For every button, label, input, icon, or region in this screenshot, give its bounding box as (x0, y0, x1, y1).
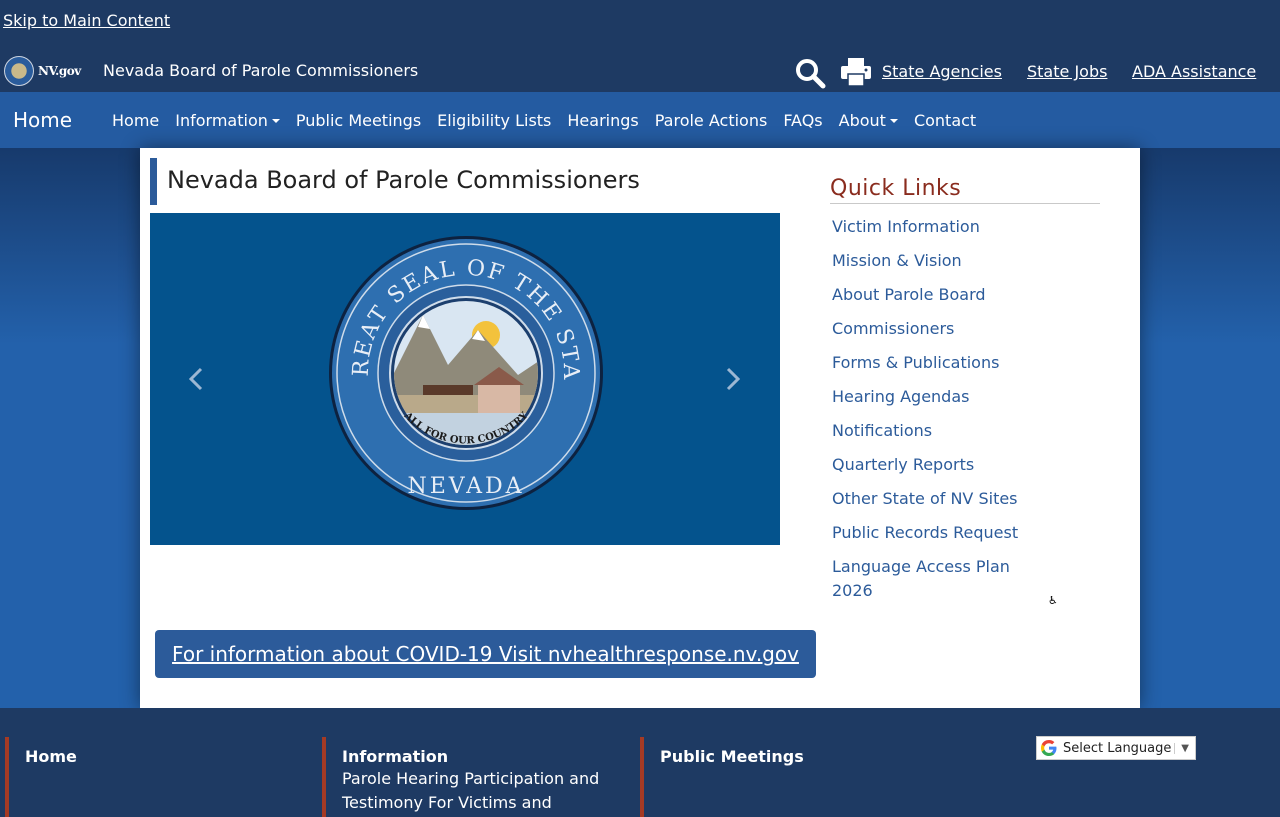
print-icon[interactable] (840, 57, 872, 87)
quick-link-commissioners[interactable]: Commissioners (830, 317, 1032, 341)
quick-link-about-parole-board[interactable]: About Parole Board (830, 283, 1032, 307)
quick-link-other-nv-sites[interactable]: Other State of NV Sites (830, 487, 1032, 511)
nav-item-label: Contact (913, 110, 977, 130)
footer-column-information: Information Parole Hearing Participation… (322, 737, 632, 817)
nav-item-label: Parole Actions (654, 110, 768, 130)
dropdown-arrow-icon: ▼ (1174, 742, 1195, 754)
image-carousel: THE GREAT SEAL OF THE STATE OF NEVADA AL… (150, 213, 780, 545)
quick-link-quarterly-reports[interactable]: Quarterly Reports (830, 453, 1032, 477)
nevada-seal-icon (4, 56, 34, 86)
nav-item-eligibility-lists[interactable]: Eligibility Lists (429, 111, 559, 130)
quick-link-hearing-agendas[interactable]: Hearing Agendas (830, 385, 1032, 409)
nav-item-label: FAQs (783, 110, 823, 130)
quick-link-forms-publications[interactable]: Forms & Publications (830, 351, 1032, 375)
nevada-state-seal-image: THE GREAT SEAL OF THE STATE OF NEVADA AL… (328, 235, 603, 510)
nav-item-parole-actions[interactable]: Parole Actions (647, 111, 776, 130)
skip-to-main-content-link[interactable]: Skip to Main Content (3, 11, 170, 30)
nav-item-label: Home (112, 110, 160, 130)
state-agencies-link[interactable]: State Agencies (882, 62, 1002, 81)
language-select[interactable]: Select Language ▼ (1036, 736, 1196, 760)
chevron-right-icon[interactable] (720, 365, 744, 393)
caret-down-icon (889, 119, 898, 123)
top-header: Skip to Main Content NV.gov Nevada Board… (0, 0, 1280, 92)
footer-column-public-meetings: Public Meetings (640, 737, 804, 817)
nav-item-label: Public Meetings (295, 110, 422, 130)
logo-text: NV.gov (38, 64, 81, 78)
quick-link-public-records-request[interactable]: Public Records Request (830, 521, 1032, 545)
nav-menu: Home Information Public Meetings Eligibi… (104, 92, 984, 148)
nav-item-public-meetings[interactable]: Public Meetings (288, 111, 429, 130)
search-icon[interactable] (794, 57, 826, 89)
main-content: Nevada Board of Parole Commissioners REA… (140, 148, 1140, 708)
seal-bottom-text: NEVADA (407, 474, 524, 499)
quick-link-notifications[interactable]: Notifications (830, 419, 1032, 443)
page-title: Nevada Board of Parole Commissioners (150, 158, 640, 205)
footer-column-home: Home (5, 737, 77, 817)
nav-item-about[interactable]: About (831, 111, 906, 130)
ada-assistance-link[interactable]: ADA Assistance (1132, 62, 1256, 81)
nav-item-information[interactable]: Information (167, 111, 288, 130)
footer-column-title[interactable]: Information (342, 747, 632, 767)
quick-links-title: Quick Links (830, 176, 1100, 204)
chevron-left-icon[interactable] (185, 365, 209, 393)
nav-brand-home[interactable]: Home (13, 108, 72, 132)
nav-item-hearings[interactable]: Hearings (559, 111, 646, 130)
nav-item-home[interactable]: Home (104, 111, 167, 130)
quick-links-list: Victim Information Mission & Vision Abou… (830, 215, 1100, 603)
main-navbar: Home Home Information Public Meetings El… (0, 92, 1280, 148)
quick-link-mission-vision[interactable]: Mission & Vision (830, 249, 1032, 273)
accessibility-icon[interactable]: ♿ (1048, 594, 1058, 607)
nav-item-label: Eligibility Lists (437, 110, 552, 130)
nav-item-label: About (838, 110, 886, 130)
nv-gov-logo[interactable]: NV.gov (4, 56, 81, 86)
nav-item-label: Information (175, 110, 268, 130)
quick-link-language-access-plan[interactable]: Language Access Plan 2026 (830, 555, 1032, 603)
footer-link-parole-hearing-participation[interactable]: Parole Hearing Participation and Testimo… (342, 767, 632, 815)
quick-links-panel: Quick Links Victim Information Mission &… (830, 176, 1100, 603)
footer-column-title[interactable]: Home (25, 747, 77, 767)
footer: Home Information Parole Hearing Particip… (0, 708, 1280, 817)
covid-info-button[interactable]: For information about COVID-19 Visit nvh… (155, 630, 816, 678)
nav-item-label: Hearings (567, 110, 639, 130)
footer-column-title[interactable]: Public Meetings (660, 747, 804, 767)
quick-link-victim-information[interactable]: Victim Information (830, 215, 1032, 239)
site-title[interactable]: Nevada Board of Parole Commissioners (103, 61, 418, 80)
state-jobs-link[interactable]: State Jobs (1027, 62, 1107, 81)
caret-down-icon (271, 119, 280, 123)
language-select-label: Select Language (1063, 740, 1172, 756)
google-icon (1041, 740, 1057, 756)
nav-item-faqs[interactable]: FAQs (775, 111, 830, 130)
nav-item-contact[interactable]: Contact (906, 111, 984, 130)
